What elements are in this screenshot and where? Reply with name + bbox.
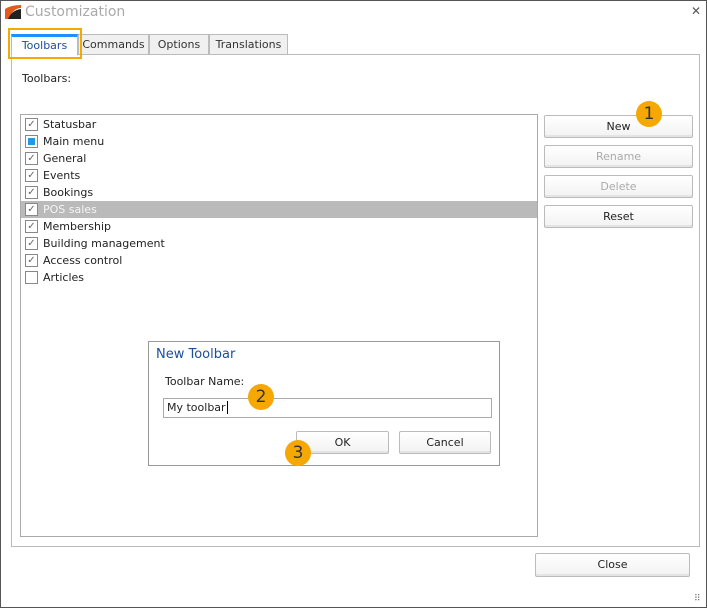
toolbar-label: Membership — [43, 220, 111, 233]
toolbar-name-input[interactable]: My toolbar — [163, 398, 492, 418]
toolbar-list-item[interactable]: ✓ Events — [21, 167, 537, 184]
checkbox[interactable] — [25, 135, 38, 148]
toolbar-label: Events — [43, 169, 81, 182]
step-badge-1: 1 — [636, 101, 662, 127]
delete-button[interactable]: Delete — [544, 175, 693, 198]
toolbar-list-item[interactable]: Main menu — [21, 133, 537, 150]
tab-options[interactable]: Options — [149, 34, 209, 55]
new-button[interactable]: New — [544, 115, 693, 138]
tab-commands[interactable]: Commands — [78, 34, 149, 55]
step-badge-3: 3 — [285, 440, 311, 466]
toolbar-name-value: My toolbar — [167, 401, 226, 414]
toolbars-list[interactable]: ✓ Statusbar Main menu ✓ General ✓ Events ✓ Booki… — [20, 114, 538, 537]
checkbox[interactable]: ✓ — [25, 220, 38, 233]
checkbox[interactable]: ✓ — [25, 203, 38, 216]
rename-button[interactable]: Rename — [544, 145, 693, 168]
customization-window: Customization ✕ Toolbars Commands Option… — [0, 0, 707, 608]
resize-grip-icon[interactable]: ⠿ — [694, 594, 701, 604]
checkbox[interactable]: ✓ — [25, 118, 38, 131]
toolbar-list-item[interactable]: ✓ Statusbar — [21, 116, 537, 133]
checkbox[interactable] — [25, 271, 38, 284]
new-toolbar-dialog: New Toolbar Toolbar Name: My toolbar OK … — [148, 341, 500, 466]
window-title: Customization — [25, 4, 126, 20]
toolbar-name-label: Toolbar Name: — [165, 375, 245, 388]
close-icon[interactable]: ✕ — [691, 4, 701, 18]
toolbar-list-item[interactable]: ✓ Membership — [21, 218, 537, 235]
checkbox[interactable]: ✓ — [25, 254, 38, 267]
checkbox[interactable]: ✓ — [25, 186, 38, 199]
toolbar-label: Articles — [43, 271, 85, 284]
toolbar-list-item[interactable]: ✓ Access control — [21, 252, 537, 269]
toolbar-label: Bookings — [43, 186, 94, 199]
tab-translations[interactable]: Translations — [209, 34, 288, 55]
toolbar-label: Building management — [43, 237, 165, 250]
toolbar-label: General — [43, 152, 87, 165]
toolbars-label: Toolbars: — [22, 72, 72, 85]
toolbar-label: Statusbar — [43, 118, 97, 131]
toolbar-list-item[interactable]: ✓ Bookings — [21, 184, 537, 201]
checkbox[interactable]: ✓ — [25, 152, 38, 165]
toolbar-list-item[interactable]: ✓ Building management — [21, 235, 537, 252]
toolbar-list-item[interactable]: Articles — [21, 269, 537, 286]
dialog-title: New Toolbar — [156, 347, 236, 362]
toolbar-label: Access control — [43, 254, 123, 267]
step-badge-2: 2 — [248, 384, 274, 410]
text-cursor — [226, 401, 228, 414]
toolbar-list-item[interactable]: ✓ General — [21, 150, 537, 167]
toolbar-label: Main menu — [43, 135, 105, 148]
toolbar-label: POS sales — [43, 203, 97, 216]
close-button[interactable]: Close — [535, 553, 690, 577]
toolbar-list-item[interactable]: ✓ POS sales — [21, 201, 537, 218]
cancel-button[interactable]: Cancel — [399, 431, 491, 454]
checkbox[interactable]: ✓ — [25, 237, 38, 250]
tab-highlight — [8, 28, 82, 59]
checkbox[interactable]: ✓ — [25, 169, 38, 182]
reset-button[interactable]: Reset — [544, 205, 693, 228]
app-logo-icon — [5, 5, 21, 19]
